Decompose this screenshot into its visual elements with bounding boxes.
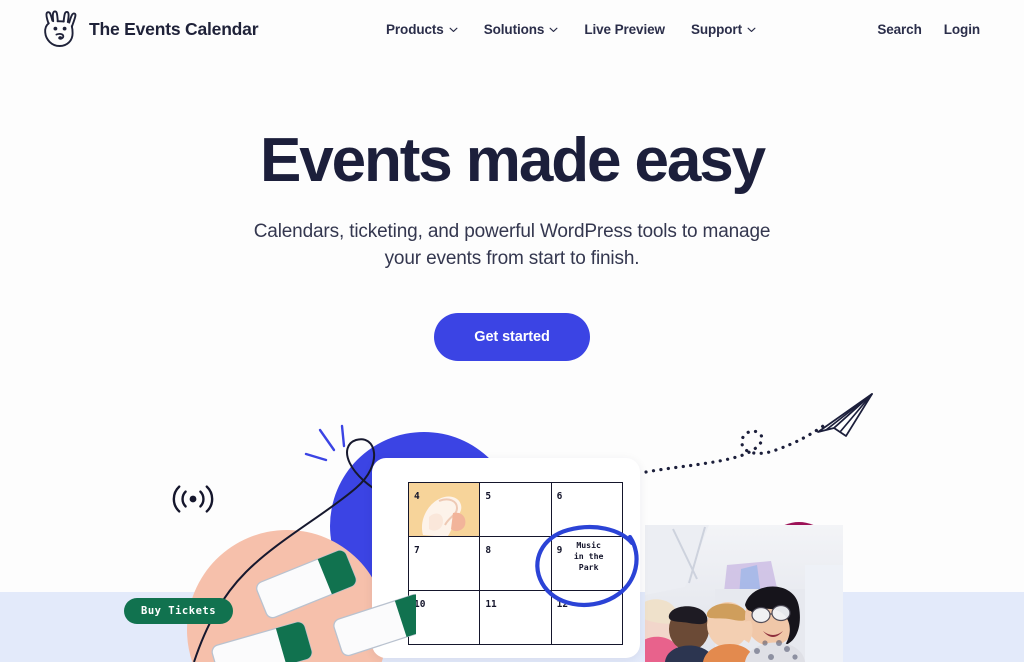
page-root: The Events Calendar Products Solutions L…	[0, 0, 1024, 662]
calendar-row: 7 8 9 Music in the Park	[407, 536, 624, 591]
calendar-day-cell[interactable]: 11	[479, 590, 552, 645]
calendar-day-cell[interactable]: 7	[407, 536, 481, 591]
nav-item-products-label: Products	[386, 22, 444, 37]
calendar-day-cell[interactable]: 8	[479, 536, 552, 591]
nav-item-live-preview-label: Live Preview	[584, 22, 665, 37]
calendar-day-cell[interactable]: 10	[407, 590, 481, 645]
calendar-day-cell[interactable]: 12	[550, 590, 624, 645]
site-header: The Events Calendar Products Solutions L…	[0, 0, 1024, 62]
login-link[interactable]: Login	[944, 22, 980, 37]
calendar-day-cell[interactable]: 6	[550, 482, 624, 537]
day-number: 8	[485, 545, 492, 556]
nav-item-live-preview[interactable]: Live Preview	[584, 22, 665, 37]
utility-navigation: Search Login	[877, 22, 980, 37]
hero-cta-wrapper: Get started	[0, 313, 1024, 362]
nav-item-products[interactable]: Products	[386, 22, 458, 37]
broadcast-signal-icon	[168, 482, 218, 516]
chevron-down-icon	[449, 27, 458, 33]
calendar-row: 10 11 12	[407, 590, 624, 645]
day-number: 6	[556, 491, 563, 502]
day-number: 12	[556, 599, 569, 610]
main-navigation: Products Solutions Live Preview Support	[386, 22, 756, 37]
chevron-down-icon	[549, 27, 558, 33]
day-number: 11	[485, 599, 497, 610]
nav-item-solutions-label: Solutions	[483, 22, 545, 37]
crowd-photo	[645, 525, 843, 662]
hero-subtitle-line2: your events from start to finish.	[384, 248, 640, 270]
hero-subtitle: Calendars, ticketing, and powerful WordP…	[0, 219, 1024, 273]
calendar-table: 4 5 6 7 8 9 Music in the Park 10 11 12	[407, 482, 624, 645]
nav-item-support[interactable]: Support	[691, 22, 756, 37]
page-title: Events made easy	[259, 126, 766, 195]
day-number: 9	[556, 545, 563, 556]
chevron-down-icon	[747, 27, 756, 33]
calendar-row: 4 5 6	[407, 482, 624, 537]
day-number: 5	[485, 491, 492, 502]
hero-section: Events made easy Calendars, ticketing, a…	[0, 126, 1024, 362]
calendar-grid: 4 5 6 7 8 9 Music in the Park 10 11 12	[407, 482, 624, 645]
paper-plane-icon	[640, 392, 880, 482]
day-number: 4	[414, 491, 420, 502]
buy-tickets-button[interactable]: Buy Tickets	[124, 598, 234, 624]
search-link[interactable]: Search	[877, 22, 922, 37]
calendar-day-cell-event[interactable]: 9 Music in the Park	[550, 536, 624, 591]
event-title[interactable]: Music in the Park	[566, 540, 612, 572]
brand-logo-link[interactable]: The Events Calendar	[40, 8, 259, 50]
calendar-day-cell[interactable]: 4	[407, 482, 481, 537]
get-started-button[interactable]: Get started	[434, 313, 590, 362]
hero-subtitle-line1: Calendars, ticketing, and powerful WordP…	[253, 221, 771, 243]
rock-hand-logo-icon	[40, 8, 80, 50]
nav-item-solutions[interactable]: Solutions	[484, 22, 559, 37]
calendar-day-cell[interactable]: 5	[479, 482, 552, 537]
nav-item-support-label: Support	[690, 22, 742, 37]
brand-name: The Events Calendar	[89, 18, 259, 39]
